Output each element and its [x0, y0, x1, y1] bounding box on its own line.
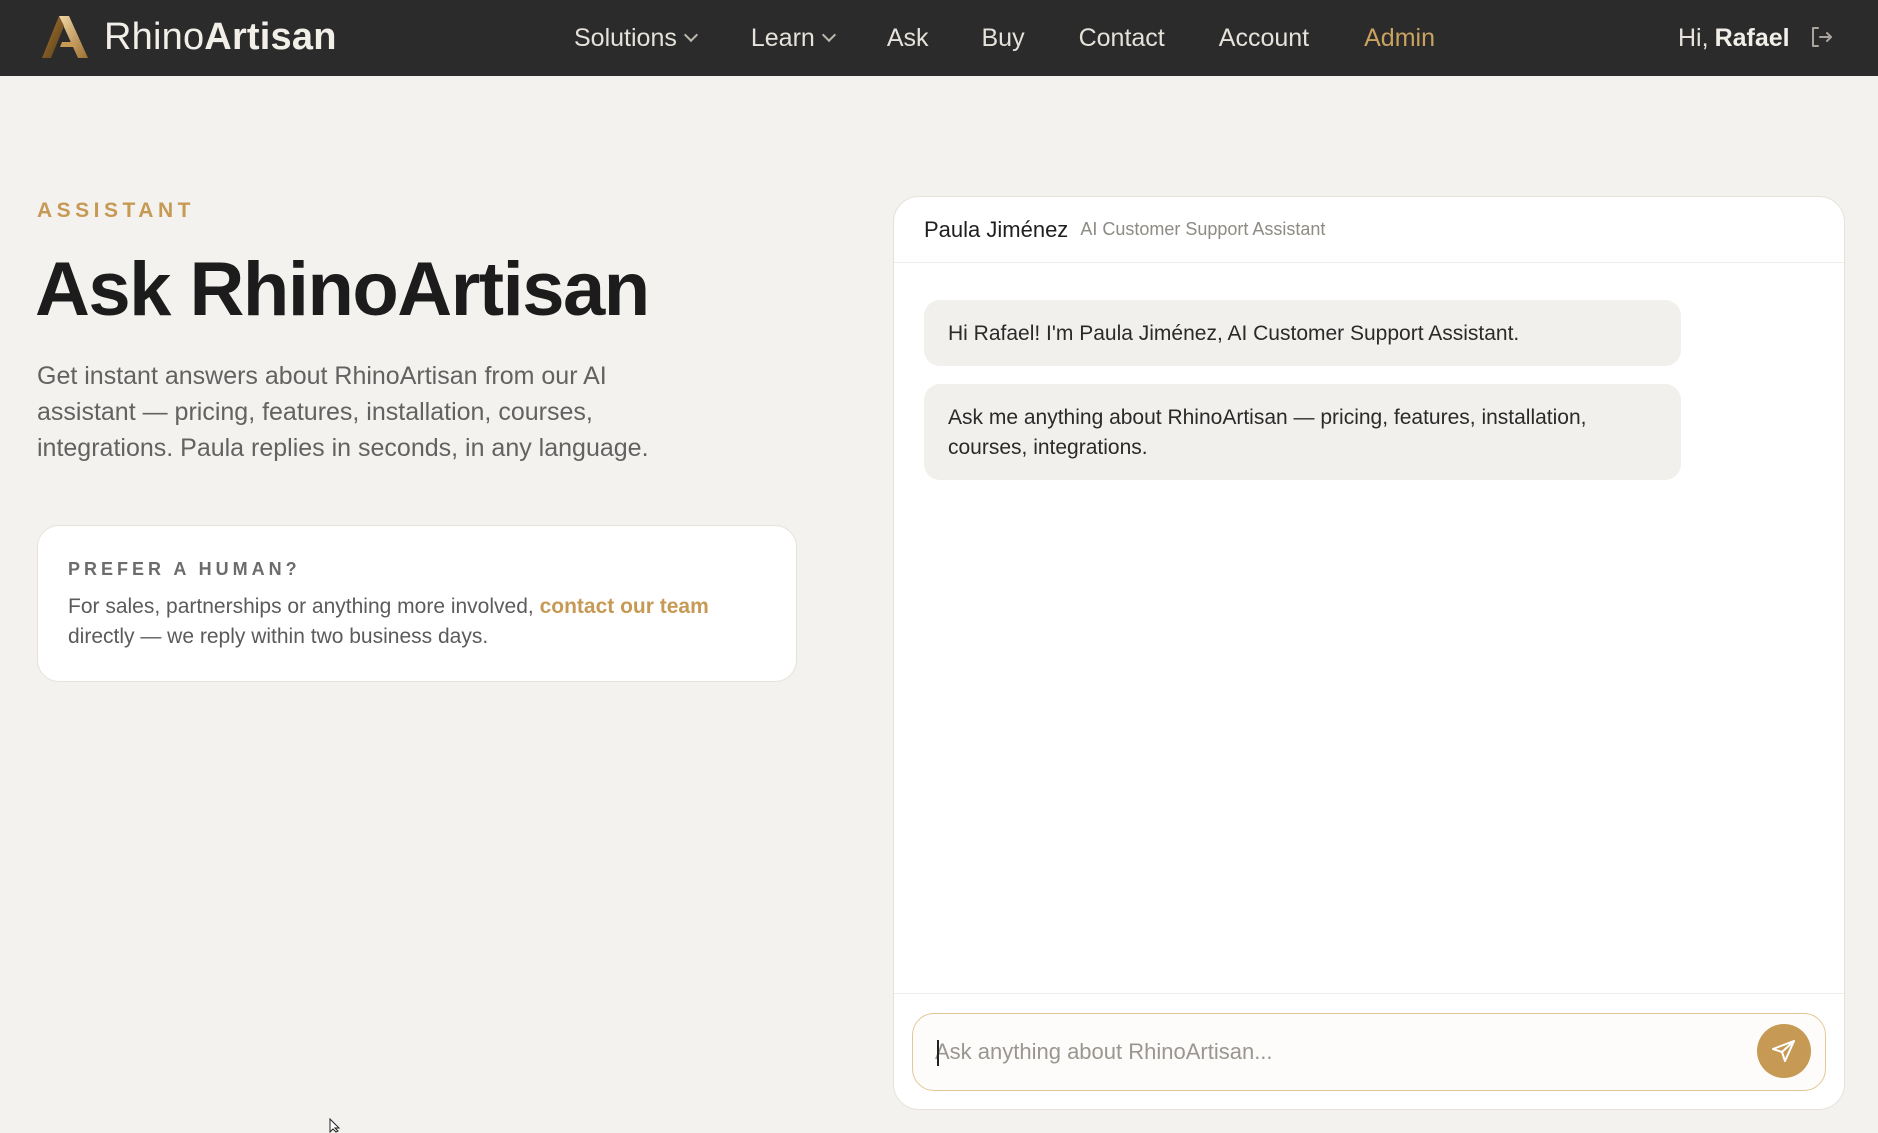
- agent-name: Paula Jiménez: [924, 216, 1069, 242]
- main-menu: Solutions Learn Ask Buy Contact Account …: [574, 0, 1435, 76]
- nav-item-ask[interactable]: Ask: [887, 24, 929, 53]
- brand-name-suffix: Artisan: [204, 15, 337, 58]
- chat-message: Ask me anything about RhinoArtisan — pri…: [924, 384, 1681, 480]
- brand-logo[interactable]: RhinoArtisan: [42, 14, 337, 60]
- brand-name: RhinoArtisan: [104, 16, 337, 59]
- page-lead: Get instant answers about RhinoArtisan f…: [37, 362, 649, 462]
- prefer-human-text: For sales, partnerships or anything more…: [68, 592, 768, 652]
- chat-panel: Paula Jiménez AI Customer Support Assist…: [893, 196, 1845, 1110]
- prefer-human-heading: PREFER A HUMAN?: [68, 559, 301, 579]
- nav-item-buy[interactable]: Buy: [982, 24, 1025, 53]
- logout-icon[interactable]: [1808, 24, 1834, 50]
- nav-item-admin[interactable]: Admin: [1364, 24, 1435, 53]
- nav-item-contact[interactable]: Contact: [1079, 24, 1165, 53]
- nav-item-account[interactable]: Account: [1219, 24, 1309, 53]
- chevron-down-icon: [683, 27, 698, 43]
- nav-item-label: Contact: [1078, 23, 1165, 52]
- nav-item-learn[interactable]: Learn: [750, 23, 836, 53]
- nav-item-label: Learn: [750, 23, 815, 52]
- nav-item-label: Ask: [886, 23, 929, 52]
- nav-item-label: Buy: [981, 23, 1025, 52]
- nav-item-solutions[interactable]: Solutions: [574, 23, 698, 53]
- prefer-human-card: PREFER A HUMAN? For sales, partnerships …: [37, 525, 797, 682]
- send-button[interactable]: [1757, 1024, 1811, 1078]
- chat-message: Hi Rafael! I'm Paula Jiménez, AI Custome…: [924, 300, 1681, 366]
- rhino-logo-icon: [42, 16, 88, 58]
- chat-input[interactable]: [935, 1032, 1735, 1072]
- nav-item-label: Admin: [1364, 23, 1435, 52]
- top-nav: RhinoArtisan Solutions Learn Ask Buy Con…: [0, 0, 1878, 76]
- chevron-down-icon: [821, 27, 836, 43]
- section-eyebrow: ASSISTANT: [37, 199, 195, 222]
- chat-header: Paula Jiménez AI Customer Support Assist…: [894, 197, 1844, 263]
- brand-name-prefix: Rhino: [104, 15, 205, 58]
- contact-team-link[interactable]: contact our team: [540, 595, 709, 618]
- mouse-cursor-icon: [329, 1118, 341, 1133]
- composer-divider: [894, 993, 1844, 994]
- send-icon: [1772, 1040, 1795, 1062]
- chat-composer: [912, 1013, 1826, 1091]
- greeting-prefix: Hi,: [1678, 23, 1709, 52]
- prefer-human-text-before: For sales, partnerships or anything more…: [68, 595, 540, 618]
- text-caret: [937, 1040, 939, 1066]
- user-greeting: Hi, Rafael: [1678, 0, 1790, 76]
- prefer-human-text-after: directly — we reply within two business …: [68, 625, 489, 648]
- nav-item-label: Account: [1218, 23, 1310, 52]
- user-name: Rafael: [1714, 23, 1790, 52]
- agent-role: AI Customer Support Assistant: [1080, 219, 1326, 239]
- page-title: Ask RhinoArtisan: [35, 247, 650, 332]
- nav-item-label: Solutions: [574, 23, 677, 52]
